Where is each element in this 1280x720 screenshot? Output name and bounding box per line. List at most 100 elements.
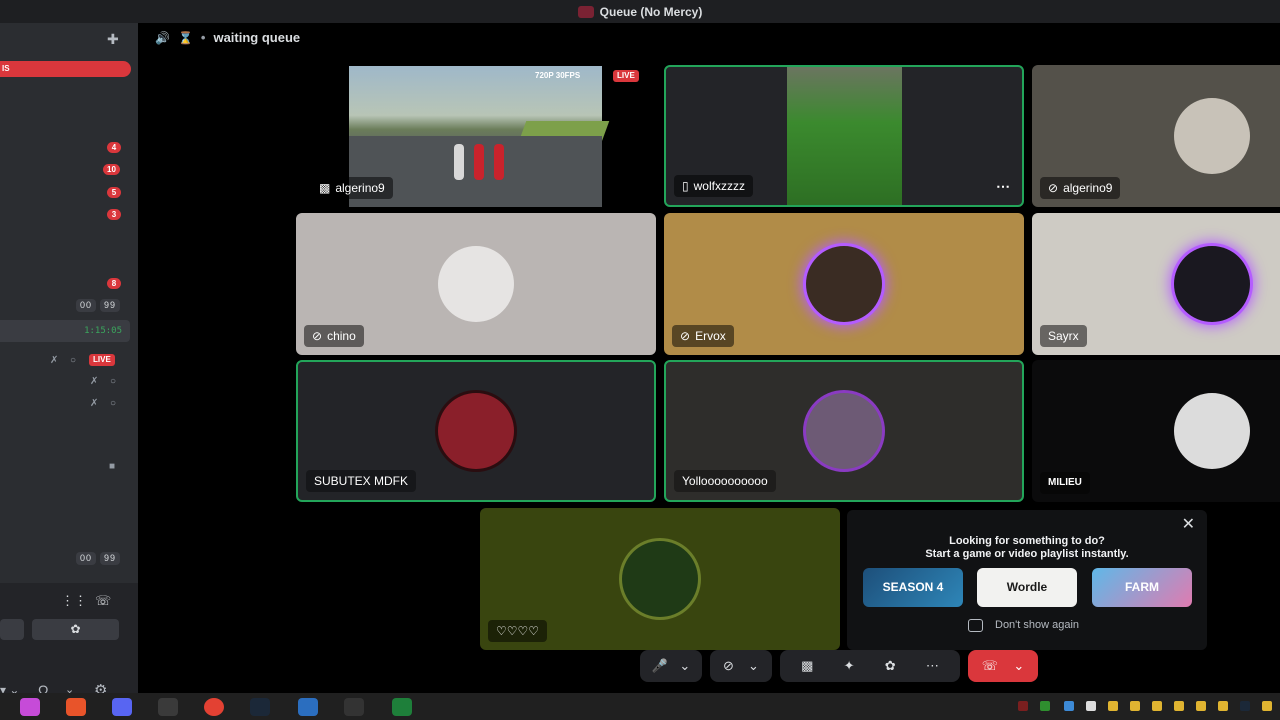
- speaker-icon: 🔊: [155, 30, 170, 45]
- participant-tile[interactable]: ⊘ Ervox: [664, 213, 1024, 355]
- camera-off-icon: ⊘: [680, 329, 691, 343]
- logitech-icon[interactable]: [344, 698, 364, 716]
- tray-icon[interactable]: [1018, 701, 1028, 711]
- channel-header: 🔊 ⌛ • waiting queue: [155, 30, 300, 45]
- participant-name-text: Yolloooooooooo: [682, 474, 768, 488]
- voice-connected-panel: ⋮⋮ ☏ ✿: [0, 583, 138, 673]
- participant-tile[interactable]: ⊘ algerino9: [1032, 65, 1280, 207]
- activity-card[interactable]: SEASON 4: [863, 568, 963, 607]
- participant-name: ⊘ algerino9: [1040, 177, 1121, 199]
- participant-name-text: algerino9: [1063, 181, 1113, 195]
- stream-quality: 720P 30FPS: [535, 71, 581, 80]
- steam-tray-icon[interactable]: [1240, 701, 1250, 711]
- tray-icon[interactable]: [1108, 701, 1118, 711]
- user-limit-max: 99: [100, 552, 121, 565]
- participant-tile[interactable]: ▯ wolfxzzzz ⋯: [664, 65, 1024, 207]
- camera-button[interactable]: ⊘ ⌄: [710, 650, 772, 682]
- panel-button-activity[interactable]: ✿: [32, 619, 119, 640]
- suggestion-line-2: Start a game or video playlist instantly…: [925, 548, 1129, 560]
- deafened-icon: ✗: [90, 398, 99, 409]
- camera-off-icon: ○: [70, 355, 77, 366]
- tray-icon[interactable]: [1130, 701, 1140, 711]
- camera-off-icon: ○: [110, 398, 117, 409]
- suggestion-line-1: Looking for something to do?: [949, 535, 1105, 547]
- soundboard-icon: ✿: [70, 622, 81, 636]
- title-bar: Queue (No Mercy): [0, 0, 1280, 23]
- camera-off-icon: ⊘: [312, 329, 323, 343]
- leave-call-button[interactable]: ☏ ⌄: [968, 650, 1038, 682]
- camera-off-icon: ⊘: [723, 658, 734, 673]
- more-icon[interactable]: ⋯: [926, 658, 939, 674]
- chrome-icon[interactable]: [204, 698, 224, 716]
- brave-icon[interactable]: [66, 698, 86, 716]
- screen-share-icon[interactable]: ▩: [801, 658, 813, 674]
- separator-dot: •: [200, 30, 206, 45]
- tray-icon[interactable]: [1174, 701, 1184, 711]
- noise-suppression-icon[interactable]: ⋮⋮: [61, 593, 87, 609]
- participant-name: Yolloooooooooo: [674, 470, 776, 492]
- participant-name-text: MILIEU: [1048, 477, 1082, 488]
- activity-card[interactable]: Wordle: [977, 568, 1077, 607]
- participant-name-text: chino: [327, 329, 356, 343]
- tray-icon[interactable]: [1218, 701, 1228, 711]
- avatar: [806, 393, 882, 469]
- tray-icon[interactable]: [1196, 701, 1206, 711]
- add-friends-icon[interactable]: ✚: [107, 31, 119, 48]
- voice-channel-timer[interactable]: 1:15:05: [0, 320, 130, 342]
- sidebar-alert-bar[interactable]: IS: [0, 61, 131, 77]
- call-controls: 🎤 ⌄ ⊘ ⌄ ▩ ✦ ✿ ⋯ ☏ ⌄: [640, 650, 1038, 682]
- participant-tile[interactable]: ⊘ chino: [296, 213, 656, 355]
- taskbar-app-icon[interactable]: [158, 698, 178, 716]
- phone-icon: ▯: [682, 179, 689, 193]
- participant-tile[interactable]: Sayrx: [1032, 213, 1280, 355]
- participant-name-text: Sayrx: [1048, 329, 1079, 343]
- mention-badge: 5: [107, 187, 121, 198]
- hourglass-icon: ⌛: [177, 30, 193, 45]
- participant-tile[interactable]: SUBUTEX MDFK: [296, 360, 656, 502]
- tray-icon[interactable]: [1040, 701, 1050, 711]
- sidebar: ✚ IS 4 10 5 3 8 00 99 1:15:05 ✗ ○ LIVE ✗…: [0, 23, 138, 716]
- avatar: [438, 246, 514, 322]
- steam-icon[interactable]: [250, 698, 270, 716]
- participant-tile[interactable]: MILIEU: [1032, 360, 1280, 502]
- tray-icon[interactable]: [1262, 701, 1272, 711]
- taskbar: [0, 693, 1280, 720]
- panel-button-video[interactable]: [0, 619, 24, 640]
- discord-icon[interactable]: [112, 698, 132, 716]
- mic-button[interactable]: 🎤 ⌄: [640, 650, 702, 682]
- disconnect-icon[interactable]: ☏: [95, 593, 111, 609]
- stream-character: [454, 144, 464, 180]
- taskbar-app-icon[interactable]: [392, 698, 412, 716]
- channel-name: waiting queue: [213, 30, 301, 45]
- mention-badge: 3: [107, 209, 121, 220]
- participant-tile[interactable]: ♡♡♡♡: [480, 508, 840, 650]
- participant-tile[interactable]: Yolloooooooooo: [664, 360, 1024, 502]
- live-badge: LIVE: [89, 354, 115, 366]
- participant-name-text: ♡♡♡♡: [496, 624, 540, 638]
- tray-icon[interactable]: [1152, 701, 1162, 711]
- participant-name: ⊘ chino: [304, 325, 364, 347]
- activities-icon[interactable]: ✦: [844, 658, 855, 674]
- tray-icon[interactable]: [1064, 701, 1074, 711]
- tray-icon[interactable]: [1086, 701, 1096, 711]
- activity-card[interactable]: FARM: [1092, 568, 1192, 607]
- dont-show-checkbox[interactable]: [968, 619, 983, 632]
- user-limit-max: 99: [100, 299, 121, 312]
- action-group: ▩ ✦ ✿ ⋯: [780, 650, 960, 682]
- chevron-down-icon[interactable]: ⌄: [679, 658, 690, 674]
- taskbar-app-icon[interactable]: [298, 698, 318, 716]
- participant-name: MILIEU: [1040, 472, 1090, 494]
- soundboard-icon[interactable]: ✿: [885, 658, 896, 674]
- stream-character: [494, 144, 504, 180]
- activity-suggestion-panel: ✕ Looking for something to do? Start a g…: [847, 510, 1207, 650]
- chevron-down-icon[interactable]: ⌄: [748, 658, 759, 674]
- close-icon[interactable]: ✕: [1182, 514, 1195, 534]
- more-options-icon[interactable]: ⋯: [996, 178, 1010, 195]
- mic-icon: 🎤: [651, 658, 668, 673]
- participant-name-text: wolfxzzzz: [693, 179, 745, 193]
- taskbar-app-icon[interactable]: [20, 698, 40, 716]
- hang-up-icon: ☏: [981, 658, 998, 673]
- user-limit-count: 00: [76, 552, 97, 565]
- mention-badge: 8: [107, 278, 121, 289]
- chevron-down-icon[interactable]: ⌄: [1013, 658, 1024, 674]
